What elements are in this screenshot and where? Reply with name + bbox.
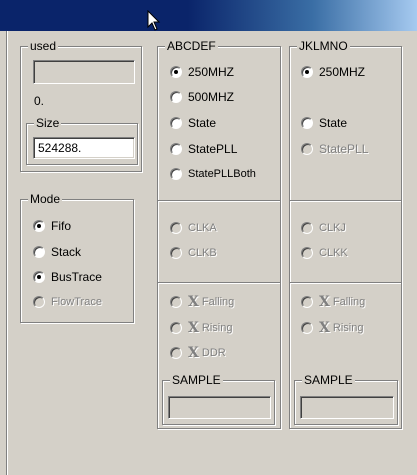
- radio-icon: [170, 247, 182, 259]
- abcdef-ddr-radio[interactable]: X DDR: [170, 345, 226, 361]
- x-edge-icon: X: [188, 345, 199, 361]
- abcdef-250mhz-radio[interactable]: 250MHZ: [170, 64, 234, 80]
- radio-icon: [301, 296, 313, 308]
- mode-bustrace-radio[interactable]: BusTrace: [33, 269, 102, 285]
- radio-icon: [33, 271, 45, 283]
- x-edge-icon: X: [188, 294, 199, 310]
- x-edge-icon: X: [188, 320, 199, 336]
- x-edge-icon: X: [319, 320, 330, 336]
- jklmno-group: JKLMNO: [289, 39, 402, 429]
- mode-flowtrace-radio[interactable]: FlowTrace: [33, 294, 102, 310]
- jklmno-group-title: JKLMNO: [297, 39, 350, 53]
- jklmno-statepll-radio[interactable]: StatePLL: [301, 141, 368, 157]
- radio-icon: [301, 322, 313, 334]
- radio-icon: [301, 143, 313, 155]
- abcdef-rising-radio[interactable]: X Rising: [170, 320, 232, 336]
- abcdef-falling-radio[interactable]: X Falling: [170, 294, 234, 310]
- jklmno-divider-1: [290, 200, 401, 202]
- x-edge-icon: X: [319, 294, 330, 310]
- jklmno-sample-title: SAMPLE: [302, 373, 355, 387]
- used-group-title: used: [28, 39, 59, 53]
- jklmno-clkj-radio[interactable]: CLKJ: [301, 220, 346, 236]
- abcdef-statepll-radio[interactable]: StatePLL: [170, 141, 237, 157]
- abcdef-clkb-radio[interactable]: CLKB: [170, 245, 217, 261]
- radio-icon: [170, 222, 182, 234]
- abcdef-divider-1: [158, 200, 280, 202]
- size-input[interactable]: 524288.: [33, 137, 135, 159]
- mode-group-title: Mode: [28, 192, 63, 206]
- abcdef-group-title: ABCDEF: [165, 39, 218, 53]
- radio-icon: [33, 296, 45, 308]
- abcdef-sample-field: [168, 396, 271, 419]
- abcdef-divider-2: [158, 282, 280, 284]
- jklmno-divider-2: [290, 282, 401, 284]
- jklmno-state-radio[interactable]: State: [301, 115, 347, 131]
- jklmno-sample-field: [300, 396, 394, 419]
- size-input-value: 524288.: [38, 141, 82, 155]
- abcdef-500mhz-radio[interactable]: 500MHZ: [170, 89, 234, 105]
- abcdef-clka-radio[interactable]: CLKA: [170, 220, 217, 236]
- radio-icon: [301, 247, 313, 259]
- radio-icon: [301, 117, 313, 129]
- radio-icon: [170, 117, 182, 129]
- radio-icon: [33, 220, 45, 232]
- jklmno-clkk-radio[interactable]: CLKK: [301, 245, 348, 261]
- radio-icon: [301, 66, 313, 78]
- abcdef-state-radio[interactable]: State: [170, 115, 216, 131]
- jklmno-rising-radio[interactable]: X Rising: [301, 320, 363, 336]
- radio-icon: [170, 168, 182, 180]
- radio-icon: [170, 91, 182, 103]
- used-count: 0.: [34, 94, 45, 108]
- radio-icon: [301, 222, 313, 234]
- radio-icon: [170, 143, 182, 155]
- radio-icon: [170, 322, 182, 334]
- abcdef-sample-title: SAMPLE: [170, 373, 223, 387]
- mode-fifo-radio[interactable]: Fifo: [33, 218, 71, 234]
- mode-stack-radio[interactable]: Stack: [33, 244, 81, 260]
- mouse-cursor-icon: [147, 10, 161, 31]
- jklmno-250mhz-radio[interactable]: 250MHZ: [301, 64, 365, 80]
- radio-icon: [170, 66, 182, 78]
- radio-icon: [33, 246, 45, 258]
- size-group-title: Size: [34, 116, 62, 130]
- abcdef-statepllboth-radio[interactable]: StatePLLBoth: [170, 166, 256, 182]
- radio-icon: [170, 296, 182, 308]
- radio-icon: [170, 347, 182, 359]
- jklmno-falling-radio[interactable]: X Falling: [301, 294, 365, 310]
- used-field: [33, 60, 135, 84]
- title-bar[interactable]: [0, 0, 417, 31]
